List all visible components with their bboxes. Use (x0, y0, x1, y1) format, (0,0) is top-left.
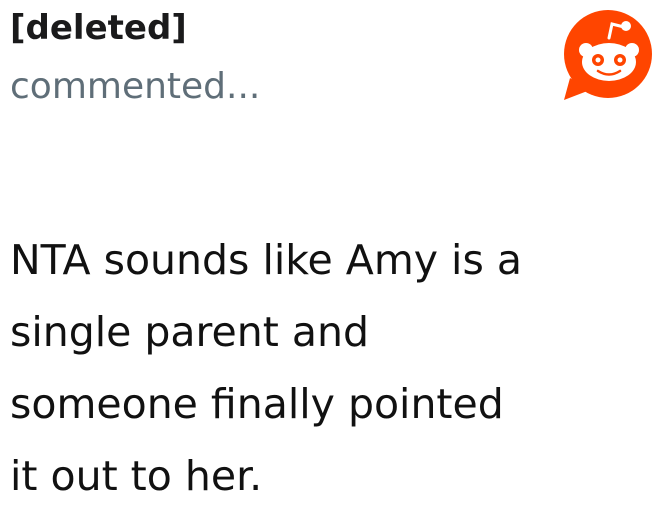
comment-body: NTA sounds like Amy is a single parent a… (10, 224, 630, 512)
reddit-logo-icon (564, 10, 652, 100)
comment-action-label: commented... (10, 66, 261, 107)
comment-line: single parent and (10, 308, 369, 356)
comment-line: NTA sounds like Amy is a (10, 236, 522, 284)
comment-line: it out to her. (10, 452, 263, 500)
comment-card: [deleted] commented... NTA sounds like A… (0, 0, 661, 505)
comment-line: someone finally pointed (10, 380, 504, 428)
comment-author[interactable]: [deleted] (10, 6, 187, 50)
